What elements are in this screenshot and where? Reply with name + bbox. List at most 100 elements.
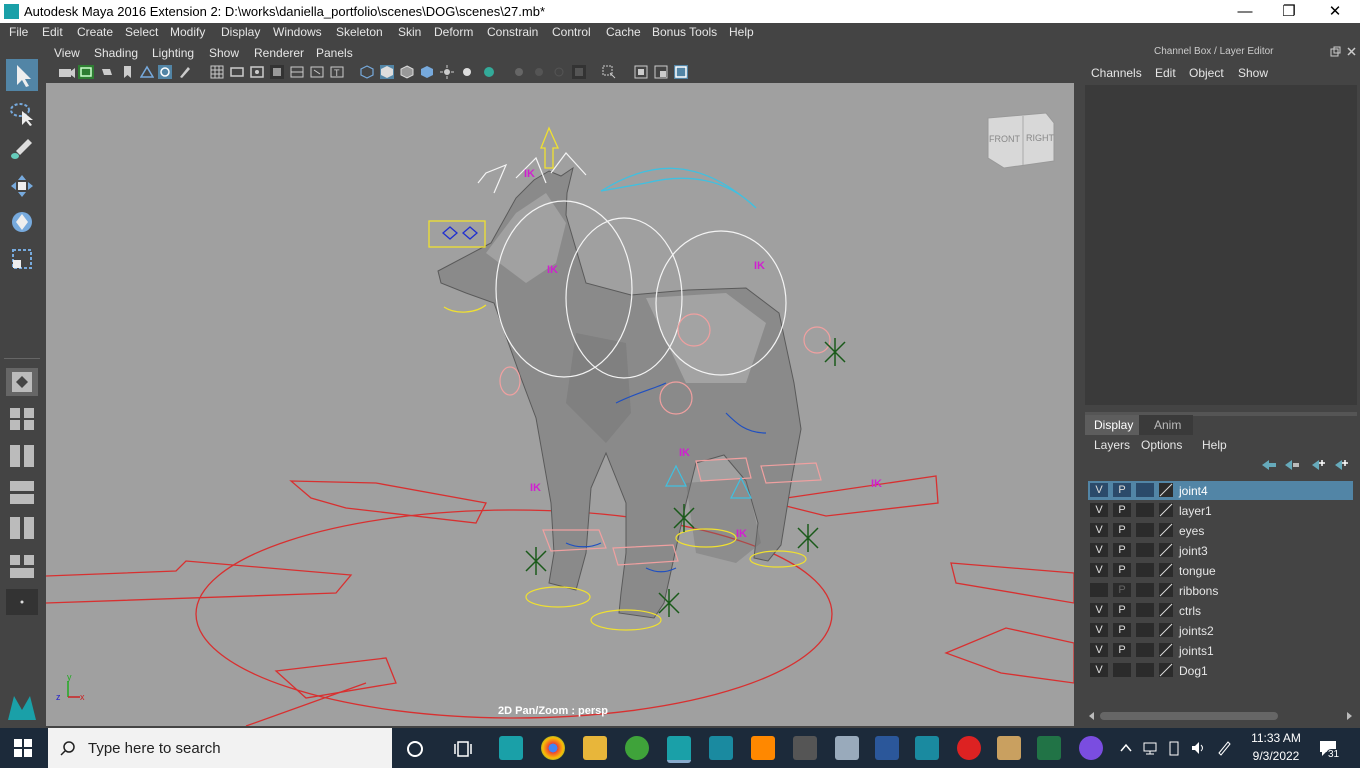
calculator-icon[interactable] [793,736,817,760]
taskbar-search-box[interactable]: Type here to search [48,728,392,768]
layer-display-type[interactable] [1136,483,1154,497]
two-d-pan-zoom-icon[interactable] [158,65,172,79]
layer-color-swatch-icon[interactable] [1159,503,1173,517]
layer-color-swatch-icon[interactable] [1159,623,1173,637]
view-cube-front-label[interactable]: FRONT [989,134,1020,144]
media-player-icon[interactable] [957,736,981,760]
new-layer-icon[interactable] [1308,458,1326,472]
paint-select-tool-button[interactable] [6,133,38,165]
layer-visibility-toggle[interactable]: V [1090,663,1108,677]
menu-file[interactable]: File [9,25,28,39]
channel-menu-object[interactable]: Object [1189,66,1224,80]
layer-display-type[interactable] [1136,563,1154,577]
layer-visibility-toggle[interactable]: V [1090,483,1108,497]
menu-cache[interactable]: Cache [606,25,641,39]
layer-visibility-toggle[interactable]: V [1090,503,1108,517]
menu-bonus-tools[interactable]: Bonus Tools [652,25,717,39]
layer-display-type[interactable] [1136,583,1154,597]
layer-menu-options[interactable]: Options [1141,438,1182,452]
layer-name[interactable]: joint4 [1179,484,1208,498]
layer-display-type[interactable] [1136,623,1154,637]
ambient-occlusion-icon[interactable] [512,65,526,79]
vlc-icon[interactable] [751,736,775,760]
utorrent-icon[interactable] [625,736,649,760]
layer-row[interactable]: V P ctrls [1088,601,1353,620]
layer-visibility-toggle[interactable]: V [1090,643,1108,657]
grease-pencil-icon[interactable] [178,65,192,79]
bookmarks-icon[interactable] [100,65,114,79]
menu-windows[interactable]: Windows [273,25,322,39]
scroll-left-icon[interactable] [1088,712,1096,720]
layer-name[interactable]: layer1 [1179,504,1212,518]
minimize-button[interactable]: — [1222,0,1268,23]
tab-display[interactable]: Display [1085,415,1139,435]
panel-menu-view[interactable]: View [54,46,80,60]
perspective-viewport[interactable]: IK IK IK IK IK IK IK FRONT RIGHT y x z 2… [46,83,1074,726]
isolate-select-icon[interactable] [602,65,616,79]
four-view-layout-button[interactable] [6,404,38,432]
float-panel-icon[interactable] [1330,46,1341,57]
wireframe-on-shaded-icon[interactable] [400,65,414,79]
maya-taskbar-icon[interactable] [499,736,523,760]
clock-time[interactable]: 11:33 AM [1244,731,1308,745]
paint-palette-icon[interactable] [997,736,1021,760]
layer-color-swatch-icon[interactable] [1159,543,1173,557]
layer-display-type[interactable] [1136,663,1154,677]
clock-date[interactable]: 9/3/2022 [1244,749,1308,763]
scroll-thumb[interactable] [1100,712,1278,720]
grid-icon[interactable] [210,65,224,79]
layer-row[interactable]: P ribbons [1088,581,1353,600]
maximize-button[interactable]: ❐ [1266,0,1312,23]
move-layer-down-icon[interactable] [1283,458,1301,472]
menu-deform[interactable]: Deform [434,25,473,39]
windows-start-icon[interactable] [14,739,32,757]
smooth-shade-icon[interactable] [380,65,394,79]
layer-display-type[interactable] [1136,503,1154,517]
layer-display-type[interactable] [1136,543,1154,557]
layer-menu-layers[interactable]: Layers [1094,438,1130,452]
layer-color-swatch-icon[interactable] [1159,483,1173,497]
panel-menu-shading[interactable]: Shading [94,46,138,60]
layer-name[interactable]: ribbons [1179,584,1218,598]
shadows-icon[interactable] [460,65,474,79]
layer-color-swatch-icon[interactable] [1159,583,1173,597]
layer-color-swatch-icon[interactable] [1159,643,1173,657]
chrome-icon[interactable] [541,736,565,760]
battery-icon[interactable] [1166,740,1182,756]
pen-icon[interactable] [1216,740,1232,756]
field-chart-icon[interactable] [290,65,304,79]
tab-anim[interactable]: Anim [1139,415,1193,435]
layer-color-swatch-icon[interactable] [1159,663,1173,677]
menu-skeleton[interactable]: Skeleton [336,25,383,39]
persp-outliner-layout-button[interactable] [6,442,38,470]
menu-modify[interactable]: Modify [170,25,205,39]
layer-row[interactable]: V P joint4 [1088,481,1353,500]
scale-tool-button[interactable] [6,243,38,275]
channel-menu-show[interactable]: Show [1238,66,1268,80]
cortana-icon[interactable] [406,740,424,758]
layer-name[interactable]: joint3 [1179,544,1208,558]
textured-icon[interactable] [420,65,434,79]
channel-menu-channels[interactable]: Channels [1091,66,1142,80]
menu-edit[interactable]: Edit [42,25,63,39]
depth-of-field-icon[interactable] [572,65,586,79]
layer-row[interactable]: V P joints2 [1088,621,1353,640]
layer-playback-toggle[interactable]: P [1113,583,1131,597]
single-perspective-layout-button[interactable] [6,368,38,396]
multisample-icon[interactable] [552,65,566,79]
task-view-icon[interactable] [454,740,472,758]
layer-playback-toggle[interactable]: P [1113,563,1131,577]
lasso-tool-button[interactable] [6,97,38,129]
new-layer-selected-icon[interactable] [1331,458,1349,472]
layer-name[interactable]: tongue [1179,564,1216,578]
messenger-icon[interactable] [1079,736,1103,760]
resolution-gate-icon[interactable] [250,65,264,79]
exposure-icon[interactable] [634,65,648,79]
camera-attributes-icon[interactable] [78,65,94,79]
maya-active-taskbar-icon[interactable] [667,736,691,763]
paint-icon[interactable] [835,736,859,760]
persp-hypershade-layout-button[interactable] [6,514,38,542]
camera-icon[interactable] [58,65,76,79]
color-management-icon[interactable] [674,65,688,79]
image-plane-icon[interactable] [140,65,154,79]
